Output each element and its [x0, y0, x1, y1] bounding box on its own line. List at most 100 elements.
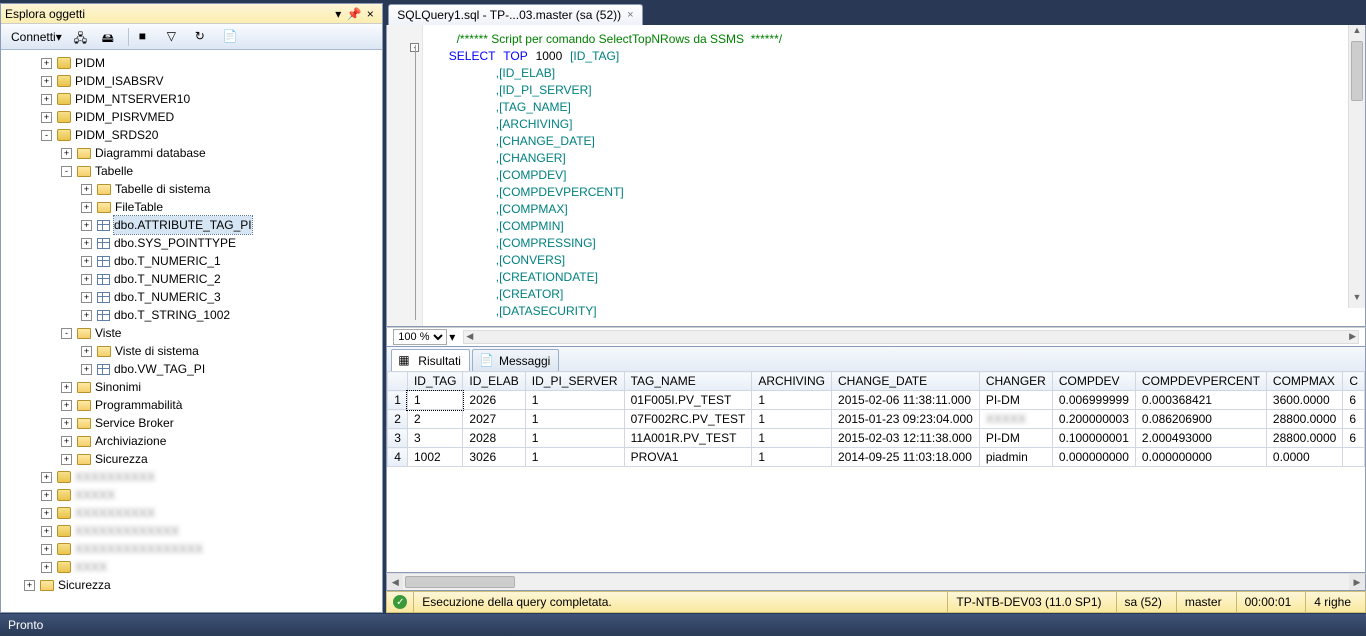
grid-cell[interactable]: 0.200000003: [1052, 410, 1135, 429]
scroll-thumb-h[interactable]: [405, 576, 515, 588]
grid-cell[interactable]: 07F002RC.PV_TEST: [624, 410, 752, 429]
grid-cell[interactable]: 0.000000000: [1052, 448, 1135, 467]
expand-icon[interactable]: +: [41, 112, 52, 123]
grid-cell[interactable]: 2015-02-03 12:11:38.000: [832, 429, 980, 448]
expand-icon[interactable]: +: [81, 256, 92, 267]
tree-item[interactable]: +dbo.SYS_POINTTYPE: [5, 234, 382, 252]
column-header[interactable]: TAG_NAME: [624, 372, 752, 391]
tree-item[interactable]: +PIDM_NTSERVER10: [5, 90, 382, 108]
tab-messages[interactable]: 📄 Messaggi: [472, 349, 559, 371]
column-header[interactable]: COMPDEVPERCENT: [1135, 372, 1266, 391]
row-header[interactable]: 2: [388, 410, 408, 429]
grid-cell[interactable]: 1: [407, 391, 462, 410]
grid-cell[interactable]: 28800.0000: [1266, 410, 1342, 429]
grid-cell[interactable]: 2028: [463, 429, 525, 448]
grid-cell[interactable]: 2014-09-25 11:03:18.000: [832, 448, 980, 467]
close-tab-icon[interactable]: ×: [627, 9, 633, 21]
grid-cell[interactable]: 6: [1343, 410, 1365, 429]
grid-cell[interactable]: 1002: [407, 448, 462, 467]
tree-item[interactable]: +dbo.T_NUMERIC_2: [5, 270, 382, 288]
grid-cell[interactable]: 1: [525, 391, 624, 410]
zoom-select[interactable]: 100 %: [393, 329, 447, 345]
tree-item[interactable]: +PIDM_ISABSRV: [5, 72, 382, 90]
editor-horizontal-scrollbar[interactable]: ◀ ▶: [463, 330, 1359, 344]
column-header[interactable]: [388, 372, 408, 391]
grid-cell[interactable]: 1: [752, 448, 832, 467]
grid-cell[interactable]: 0.100000001: [1052, 429, 1135, 448]
toolbar-stop-icon[interactable]: ■: [135, 27, 159, 47]
tree-item[interactable]: +dbo.T_NUMERIC_1: [5, 252, 382, 270]
grid-cell[interactable]: PI-DM: [979, 391, 1052, 410]
expand-icon[interactable]: -: [61, 328, 72, 339]
grid-cell[interactable]: XXXXX: [979, 410, 1052, 429]
expand-icon[interactable]: +: [81, 202, 92, 213]
column-header[interactable]: COMPDEV: [1052, 372, 1135, 391]
grid-cell[interactable]: 0.000000000: [1135, 448, 1266, 467]
expand-icon[interactable]: +: [81, 184, 92, 195]
expand-icon[interactable]: +: [41, 94, 52, 105]
expand-icon[interactable]: +: [41, 58, 52, 69]
row-header[interactable]: 4: [388, 448, 408, 467]
sql-editor[interactable]: - /****** Script per comando SelectTopNR…: [386, 25, 1366, 327]
grid-cell[interactable]: 3026: [463, 448, 525, 467]
grid-cell[interactable]: 6: [1343, 429, 1365, 448]
results-grid[interactable]: ID_TAGID_ELABID_PI_SERVERTAG_NAMEARCHIVI…: [386, 371, 1366, 573]
grid-cell[interactable]: 0.0000: [1266, 448, 1342, 467]
editor-tab[interactable]: SQLQuery1.sql - TP-...03.master (sa (52)…: [388, 4, 642, 25]
tree-item[interactable]: +dbo.VW_TAG_PI: [5, 360, 382, 378]
pin-icon[interactable]: 📌: [346, 7, 362, 21]
expand-icon[interactable]: +: [61, 418, 72, 429]
tree-item[interactable]: +PIDM: [5, 54, 382, 72]
grid-cell[interactable]: 1: [525, 448, 624, 467]
connect-button[interactable]: Connetti ▾: [7, 28, 66, 46]
column-header[interactable]: COMPMAX: [1266, 372, 1342, 391]
results-horizontal-scrollbar[interactable]: ◀ ▶: [386, 573, 1366, 591]
expand-icon[interactable]: +: [41, 508, 52, 519]
expand-icon[interactable]: +: [41, 76, 52, 87]
expand-icon[interactable]: +: [41, 472, 52, 483]
tree-item[interactable]: +XXXXXXXXXX: [5, 504, 382, 522]
grid-cell[interactable]: 01F005I.PV_TEST: [624, 391, 752, 410]
grid-cell[interactable]: 1: [752, 410, 832, 429]
expand-icon[interactable]: +: [61, 400, 72, 411]
expand-icon[interactable]: -: [41, 130, 52, 141]
column-header[interactable]: CHANGER: [979, 372, 1052, 391]
grid-cell[interactable]: 28800.0000: [1266, 429, 1342, 448]
toolbar-filter-icon[interactable]: ▽: [163, 27, 187, 47]
expand-icon[interactable]: +: [81, 346, 92, 357]
grid-cell[interactable]: PROVA1: [624, 448, 752, 467]
grid-cell[interactable]: 0.006999999: [1052, 391, 1135, 410]
tree-item[interactable]: +XXXXXXXXXXXXX: [5, 522, 382, 540]
grid-cell[interactable]: PI-DM: [979, 429, 1052, 448]
tree-item[interactable]: -Viste: [5, 324, 382, 342]
dropdown-icon[interactable]: ▾: [330, 7, 346, 21]
scroll-thumb[interactable]: [1351, 41, 1363, 101]
grid-cell[interactable]: 1: [525, 429, 624, 448]
tree-item[interactable]: +Sicurezza: [5, 576, 382, 594]
editor-vertical-scrollbar[interactable]: ▲ ▼: [1348, 25, 1365, 308]
row-header[interactable]: 3: [388, 429, 408, 448]
scroll-left-icon[interactable]: ◀: [387, 574, 403, 590]
grid-cell[interactable]: 2027: [463, 410, 525, 429]
grid-cell[interactable]: 6: [1343, 391, 1365, 410]
grid-cell[interactable]: [1343, 448, 1365, 467]
expand-icon[interactable]: -: [61, 166, 72, 177]
grid-cell[interactable]: 0.086206900: [1135, 410, 1266, 429]
column-header[interactable]: ARCHIVING: [752, 372, 832, 391]
tree-item[interactable]: +Service Broker: [5, 414, 382, 432]
tree-item[interactable]: +Viste di sistema: [5, 342, 382, 360]
editor-content[interactable]: /****** Script per comando SelectTopNRow…: [423, 25, 1365, 326]
scroll-right-icon[interactable]: ▶: [1349, 574, 1365, 590]
grid-cell[interactable]: 1: [752, 429, 832, 448]
expand-icon[interactable]: +: [41, 544, 52, 555]
tree-item[interactable]: +Diagrammi database: [5, 144, 382, 162]
grid-cell[interactable]: 1: [525, 410, 624, 429]
expand-icon[interactable]: +: [24, 580, 35, 591]
tree-item[interactable]: +XXXX: [5, 558, 382, 576]
tree-item[interactable]: +PIDM_PISRVMED: [5, 108, 382, 126]
expand-icon[interactable]: +: [61, 436, 72, 447]
toolbar-icon-1[interactable]: 🖧: [70, 27, 94, 47]
column-header[interactable]: ID_ELAB: [463, 372, 525, 391]
tree-item[interactable]: +Archiviazione: [5, 432, 382, 450]
object-explorer-tree[interactable]: +PIDM+PIDM_ISABSRV+PIDM_NTSERVER10+PIDM_…: [1, 50, 382, 612]
